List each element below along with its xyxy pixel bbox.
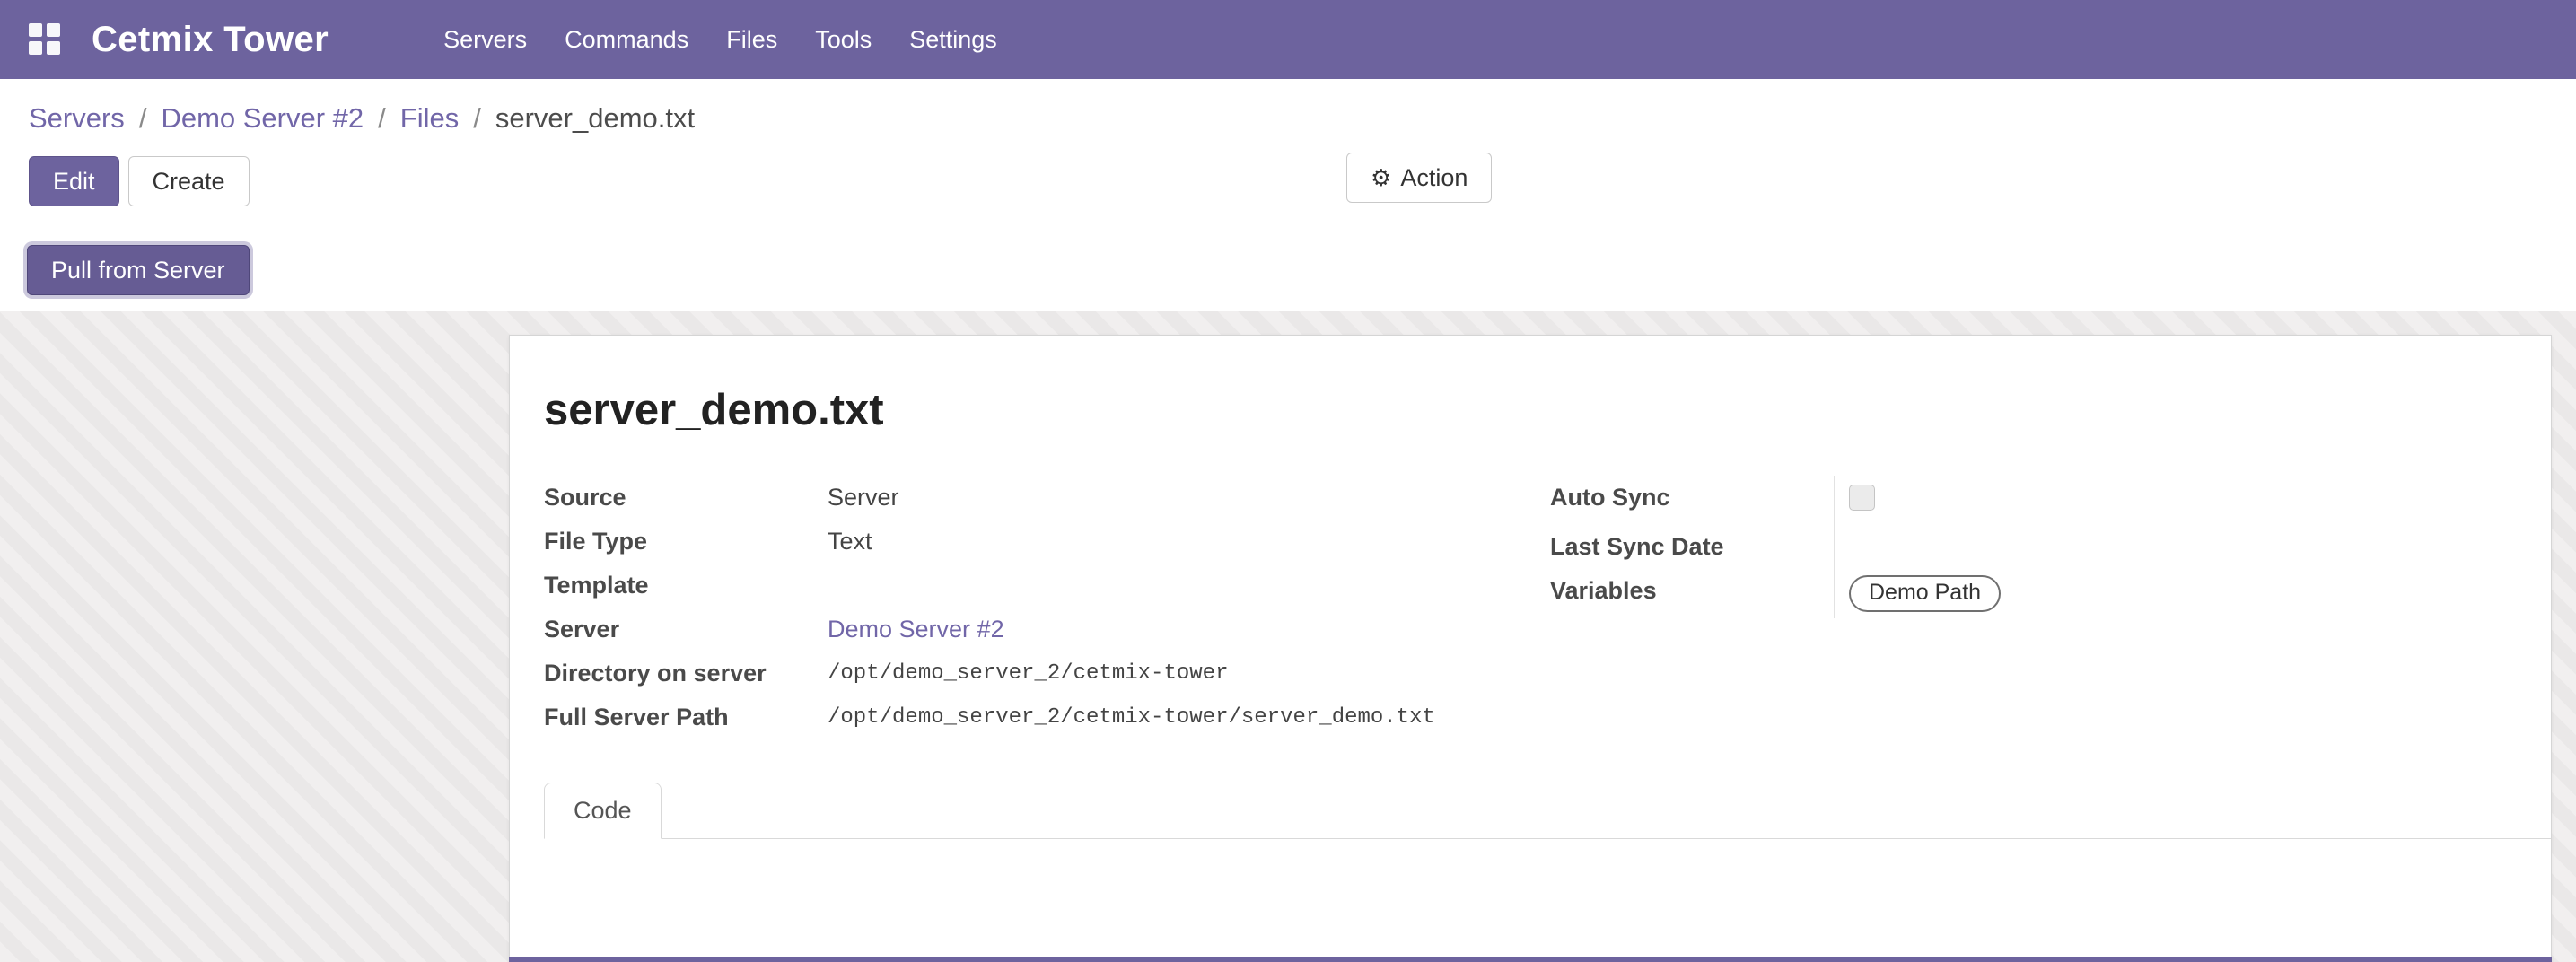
field-value-template — [828, 564, 1511, 608]
field-label-source: Source — [544, 476, 828, 520]
apps-grid-square — [47, 41, 60, 55]
field-label-template: Template — [544, 564, 828, 608]
field-value-auto-sync — [1834, 476, 2517, 525]
pull-from-server-button[interactable]: Pull from Server — [27, 245, 250, 295]
auto-sync-checkbox[interactable] — [1849, 485, 1875, 511]
field-label-last-sync-date: Last Sync Date — [1550, 525, 1834, 569]
menu-settings[interactable]: Settings — [909, 26, 997, 54]
field-value-file-type: Text — [828, 520, 1511, 564]
tab-code[interactable]: Code — [544, 783, 662, 839]
menu-servers[interactable]: Servers — [443, 26, 527, 54]
field-label-variables: Variables — [1550, 569, 1834, 618]
field-groups: Source Server File Type Text Template Se… — [544, 476, 2517, 739]
field-label-auto-sync: Auto Sync — [1550, 476, 1834, 525]
field-value-variables: Demo Path — [1834, 569, 2517, 618]
field-value-directory: /opt/demo_server_2/cetmix-tower — [828, 652, 1511, 695]
create-button[interactable]: Create — [128, 156, 250, 206]
breadcrumb-current: server_demo.txt — [495, 101, 695, 136]
field-value-source: Server — [828, 476, 1511, 520]
breadcrumb-link-files[interactable]: Files — [400, 101, 459, 136]
action-button-label: Action — [1400, 164, 1468, 191]
top-navbar: Cetmix Tower Servers Commands Files Tool… — [0, 0, 2576, 79]
field-value-server: Demo Server #2 — [828, 608, 1511, 652]
menu-commands[interactable]: Commands — [565, 26, 688, 54]
top-menu: Servers Commands Files Tools Settings — [443, 26, 997, 54]
field-label-full-path: Full Server Path — [544, 695, 828, 739]
gear-icon: ⚙ — [1371, 166, 1391, 189]
tab-code-content — [544, 839, 2517, 962]
apps-grid-square — [47, 23, 60, 37]
menu-files[interactable]: Files — [726, 26, 777, 54]
server-record-link[interactable]: Demo Server #2 — [828, 616, 1004, 643]
breadcrumb-link-servers[interactable]: Servers — [29, 101, 125, 136]
breadcrumb-separator: / — [473, 101, 481, 136]
field-value-last-sync-date — [1834, 525, 2517, 569]
apps-grid-icon[interactable] — [29, 23, 61, 56]
breadcrumb-separator: / — [378, 101, 386, 136]
field-label-directory: Directory on server — [544, 652, 828, 695]
control-panel: Servers / Demo Server #2 / Files / serve… — [0, 79, 2576, 311]
apps-grid-square — [29, 41, 42, 55]
apps-grid-square — [29, 23, 42, 37]
breadcrumb: Servers / Demo Server #2 / Files / serve… — [0, 79, 2576, 140]
code-editor-accent-strip — [509, 957, 2552, 962]
statusbar: Pull from Server — [0, 232, 2576, 311]
form-sheet: server_demo.txt Source Server File Type … — [509, 335, 2552, 962]
form-view-content: server_demo.txt Source Server File Type … — [0, 311, 2576, 962]
breadcrumb-separator: / — [139, 101, 147, 136]
record-title: server_demo.txt — [544, 386, 2517, 434]
menu-tools[interactable]: Tools — [815, 26, 872, 54]
field-group-right: Auto Sync Last Sync Date Variables Demo … — [1550, 476, 2517, 739]
variable-tag-demo-path: Demo Path — [1849, 575, 2001, 612]
field-value-full-path: /opt/demo_server_2/cetmix-tower/server_d… — [828, 695, 1511, 739]
app-title[interactable]: Cetmix Tower — [92, 20, 329, 60]
field-group-left: Source Server File Type Text Template Se… — [544, 476, 1511, 739]
edit-button[interactable]: Edit — [29, 156, 119, 206]
field-label-file-type: File Type — [544, 520, 828, 564]
field-label-server: Server — [544, 608, 828, 652]
breadcrumb-link-demo-server[interactable]: Demo Server #2 — [161, 101, 364, 136]
control-panel-buttons: Edit Create ⚙ Action — [0, 140, 2576, 232]
action-button[interactable]: ⚙ Action — [1346, 153, 1492, 203]
notebook-tabs: Code — [544, 783, 2551, 839]
